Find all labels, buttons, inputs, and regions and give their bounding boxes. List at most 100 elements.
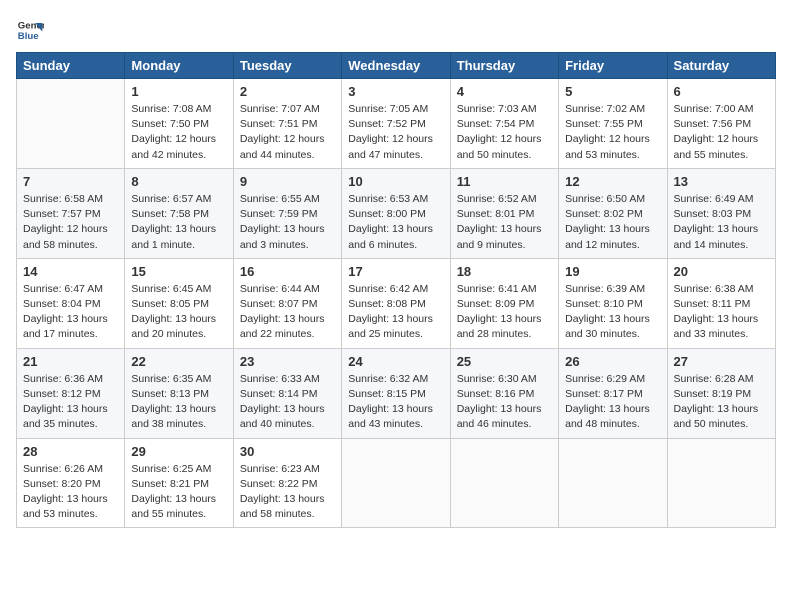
day-info: Sunrise: 6:26 AM Sunset: 8:20 PM Dayligh…	[23, 462, 118, 523]
day-number: 27	[674, 354, 769, 369]
calendar-week-2: 7 Sunrise: 6:58 AM Sunset: 7:57 PM Daylig…	[17, 168, 776, 258]
day-number: 17	[348, 264, 443, 279]
day-info: Sunrise: 6:49 AM Sunset: 8:03 PM Dayligh…	[674, 192, 769, 253]
day-info: Sunrise: 6:33 AM Sunset: 8:14 PM Dayligh…	[240, 372, 335, 433]
day-number: 20	[674, 264, 769, 279]
calendar-cell: 3 Sunrise: 7:05 AM Sunset: 7:52 PM Daylig…	[342, 79, 450, 169]
day-number: 28	[23, 444, 118, 459]
day-number: 2	[240, 84, 335, 99]
calendar-cell	[342, 438, 450, 528]
calendar-cell: 19Sunrise: 6:39 AM Sunset: 8:10 PM Dayli…	[559, 258, 667, 348]
calendar-cell: 26 Sunrise: 6:29 AM Sunset: 8:17 PM Dayli…	[559, 348, 667, 438]
day-info: Sunrise: 6:23 AM Sunset: 8:22 PM Dayligh…	[240, 462, 335, 523]
day-number: 4	[457, 84, 552, 99]
calendar-cell: 15 Sunrise: 6:45 AM Sunset: 8:05 PM Dayli…	[125, 258, 233, 348]
day-number: 1	[131, 84, 226, 99]
calendar-cell: 29 Sunrise: 6:25 AM Sunset: 8:21 PM Dayli…	[125, 438, 233, 528]
weekday-thursday: Thursday	[450, 53, 558, 79]
day-info: Sunrise: 6:36 AM Sunset: 8:12 PM Dayligh…	[23, 372, 118, 433]
calendar-cell: 13 Sunrise: 6:49 AM Sunset: 8:03 PM Dayli…	[667, 168, 775, 258]
day-info: Sunrise: 6:47 AM Sunset: 8:04 PM Dayligh…	[23, 282, 118, 343]
day-info: Sunrise: 6:44 AM Sunset: 8:07 PM Dayligh…	[240, 282, 335, 343]
day-number: 13	[674, 174, 769, 189]
day-info: Sunrise: 7:00 AM Sunset: 7:56 PM Dayligh…	[674, 102, 769, 163]
calendar-cell: 4 Sunrise: 7:03 AM Sunset: 7:54 PM Daylig…	[450, 79, 558, 169]
day-number: 30	[240, 444, 335, 459]
weekday-monday: Monday	[125, 53, 233, 79]
calendar-cell: 9 Sunrise: 6:55 AM Sunset: 7:59 PM Daylig…	[233, 168, 341, 258]
day-info: Sunrise: 6:45 AM Sunset: 8:05 PM Dayligh…	[131, 282, 226, 343]
day-number: 7	[23, 174, 118, 189]
calendar-cell: 22 Sunrise: 6:35 AM Sunset: 8:13 PM Dayli…	[125, 348, 233, 438]
weekday-wednesday: Wednesday	[342, 53, 450, 79]
day-info: Sunrise: 7:03 AM Sunset: 7:54 PM Dayligh…	[457, 102, 552, 163]
day-number: 26	[565, 354, 660, 369]
day-info: Sunrise: 6:29 AM Sunset: 8:17 PM Dayligh…	[565, 372, 660, 433]
calendar-cell: 25 Sunrise: 6:30 AM Sunset: 8:16 PM Dayli…	[450, 348, 558, 438]
day-info: Sunrise: 6:28 AM Sunset: 8:19 PM Dayligh…	[674, 372, 769, 433]
day-info: Sunrise: 7:05 AM Sunset: 7:52 PM Dayligh…	[348, 102, 443, 163]
day-number: 6	[674, 84, 769, 99]
calendar-cell: 2 Sunrise: 7:07 AM Sunset: 7:51 PM Daylig…	[233, 79, 341, 169]
day-info: Sunrise: 6:58 AM Sunset: 7:57 PM Dayligh…	[23, 192, 118, 253]
calendar-cell: 16 Sunrise: 6:44 AM Sunset: 8:07 PM Dayli…	[233, 258, 341, 348]
calendar-cell: 24Sunrise: 6:32 AM Sunset: 8:15 PM Dayli…	[342, 348, 450, 438]
calendar-cell: 18 Sunrise: 6:41 AM Sunset: 8:09 PM Dayli…	[450, 258, 558, 348]
day-info: Sunrise: 6:50 AM Sunset: 8:02 PM Dayligh…	[565, 192, 660, 253]
calendar-cell	[559, 438, 667, 528]
calendar-cell: 11Sunrise: 6:52 AM Sunset: 8:01 PM Dayli…	[450, 168, 558, 258]
day-number: 19	[565, 264, 660, 279]
calendar-cell: 14Sunrise: 6:47 AM Sunset: 8:04 PM Dayli…	[17, 258, 125, 348]
weekday-friday: Friday	[559, 53, 667, 79]
calendar-cell	[667, 438, 775, 528]
day-info: Sunrise: 7:07 AM Sunset: 7:51 PM Dayligh…	[240, 102, 335, 163]
calendar-cell	[450, 438, 558, 528]
day-number: 3	[348, 84, 443, 99]
day-number: 21	[23, 354, 118, 369]
day-info: Sunrise: 6:57 AM Sunset: 7:58 PM Dayligh…	[131, 192, 226, 253]
calendar-table: SundayMondayTuesdayWednesdayThursdayFrid…	[16, 52, 776, 528]
calendar-cell: 7 Sunrise: 6:58 AM Sunset: 7:57 PM Daylig…	[17, 168, 125, 258]
calendar-cell: 5 Sunrise: 7:02 AM Sunset: 7:55 PM Daylig…	[559, 79, 667, 169]
day-number: 18	[457, 264, 552, 279]
calendar-cell: 23 Sunrise: 6:33 AM Sunset: 8:14 PM Dayli…	[233, 348, 341, 438]
day-number: 9	[240, 174, 335, 189]
weekday-header-row: SundayMondayTuesdayWednesdayThursdayFrid…	[17, 53, 776, 79]
calendar-cell: 17Sunrise: 6:42 AM Sunset: 8:08 PM Dayli…	[342, 258, 450, 348]
day-number: 16	[240, 264, 335, 279]
day-info: Sunrise: 6:53 AM Sunset: 8:00 PM Dayligh…	[348, 192, 443, 253]
day-number: 5	[565, 84, 660, 99]
calendar-body: 1 Sunrise: 7:08 AM Sunset: 7:50 PM Daylig…	[17, 79, 776, 528]
day-number: 8	[131, 174, 226, 189]
calendar-week-1: 1 Sunrise: 7:08 AM Sunset: 7:50 PM Daylig…	[17, 79, 776, 169]
calendar-cell: 6 Sunrise: 7:00 AM Sunset: 7:56 PM Daylig…	[667, 79, 775, 169]
svg-text:Blue: Blue	[18, 31, 39, 42]
calendar-cell: 12 Sunrise: 6:50 AM Sunset: 8:02 PM Dayli…	[559, 168, 667, 258]
day-number: 29	[131, 444, 226, 459]
calendar-week-5: 28 Sunrise: 6:26 AM Sunset: 8:20 PM Dayli…	[17, 438, 776, 528]
calendar-cell: 21 Sunrise: 6:36 AM Sunset: 8:12 PM Dayli…	[17, 348, 125, 438]
day-info: Sunrise: 6:52 AM Sunset: 8:01 PM Dayligh…	[457, 192, 552, 253]
day-info: Sunrise: 6:32 AM Sunset: 8:15 PM Dayligh…	[348, 372, 443, 433]
day-info: Sunrise: 6:30 AM Sunset: 8:16 PM Dayligh…	[457, 372, 552, 433]
day-info: Sunrise: 7:02 AM Sunset: 7:55 PM Dayligh…	[565, 102, 660, 163]
page-header: General Blue	[16, 16, 776, 44]
day-number: 10	[348, 174, 443, 189]
day-info: Sunrise: 6:55 AM Sunset: 7:59 PM Dayligh…	[240, 192, 335, 253]
logo-icon: General Blue	[16, 16, 44, 44]
logo: General Blue	[16, 16, 44, 44]
day-info: Sunrise: 6:41 AM Sunset: 8:09 PM Dayligh…	[457, 282, 552, 343]
calendar-cell: 30 Sunrise: 6:23 AM Sunset: 8:22 PM Dayli…	[233, 438, 341, 528]
calendar-cell: 28 Sunrise: 6:26 AM Sunset: 8:20 PM Dayli…	[17, 438, 125, 528]
day-number: 25	[457, 354, 552, 369]
day-number: 22	[131, 354, 226, 369]
day-info: Sunrise: 6:25 AM Sunset: 8:21 PM Dayligh…	[131, 462, 226, 523]
calendar-cell: 10 Sunrise: 6:53 AM Sunset: 8:00 PM Dayli…	[342, 168, 450, 258]
weekday-sunday: Sunday	[17, 53, 125, 79]
day-info: Sunrise: 6:35 AM Sunset: 8:13 PM Dayligh…	[131, 372, 226, 433]
day-number: 15	[131, 264, 226, 279]
day-number: 23	[240, 354, 335, 369]
day-info: Sunrise: 7:08 AM Sunset: 7:50 PM Dayligh…	[131, 102, 226, 163]
calendar-week-3: 14Sunrise: 6:47 AM Sunset: 8:04 PM Dayli…	[17, 258, 776, 348]
day-number: 12	[565, 174, 660, 189]
